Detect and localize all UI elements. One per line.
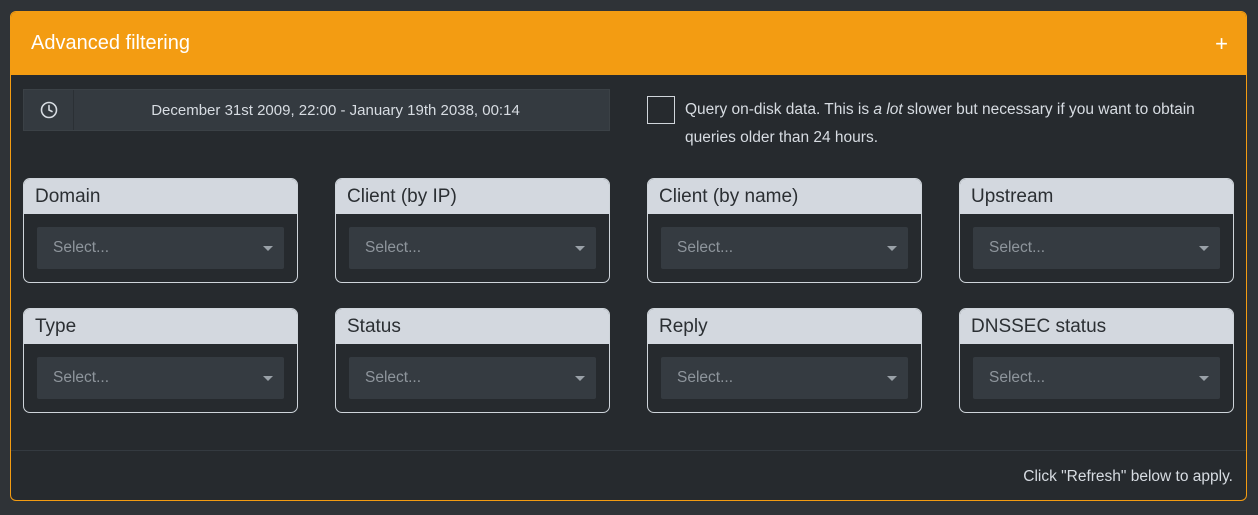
caret-down-icon xyxy=(263,246,273,251)
caret-down-icon xyxy=(1199,246,1209,251)
caret-down-icon xyxy=(1199,376,1209,381)
reply-select[interactable]: Select... xyxy=(661,357,908,399)
select-placeholder: Select... xyxy=(989,239,1045,256)
ondisk-checkbox[interactable] xyxy=(647,96,675,124)
status-select[interactable]: Select... xyxy=(349,357,596,399)
upstream-select[interactable]: Select... xyxy=(973,227,1220,269)
filter-upstream: Upstream Select... xyxy=(959,178,1234,283)
filter-client-ip: Client (by IP) Select... xyxy=(335,178,610,283)
caret-down-icon xyxy=(887,376,897,381)
plus-icon[interactable]: + xyxy=(1215,32,1228,55)
filter-label: Type xyxy=(24,309,297,344)
select-placeholder: Select... xyxy=(989,369,1045,386)
filter-label: Client (by IP) xyxy=(336,179,609,214)
panel-footer: Click "Refresh" below to apply. xyxy=(11,450,1246,500)
client-ip-select[interactable]: Select... xyxy=(349,227,596,269)
select-placeholder: Select... xyxy=(53,239,109,256)
client-name-select[interactable]: Select... xyxy=(661,227,908,269)
filter-dnssec: DNSSEC status Select... xyxy=(959,308,1234,413)
filter-label: Reply xyxy=(648,309,921,344)
caret-down-icon xyxy=(887,246,897,251)
select-placeholder: Select... xyxy=(677,369,733,386)
ondisk-option: Query on-disk data. This is a lot slower… xyxy=(647,96,1237,152)
filter-reply: Reply Select... xyxy=(647,308,922,413)
advanced-filtering-panel: Advanced filtering + December 31st 2009,… xyxy=(10,11,1247,501)
top-row: December 31st 2009, 22:00 - January 19th… xyxy=(23,89,1233,159)
ondisk-text-before: Query on-disk data. This is xyxy=(685,101,874,118)
panel-title: Advanced filtering xyxy=(31,32,190,54)
select-placeholder: Select... xyxy=(677,239,733,256)
caret-down-icon xyxy=(263,376,273,381)
filter-domain: Domain Select... xyxy=(23,178,298,283)
filter-client-name: Client (by name) Select... xyxy=(647,178,922,283)
dnssec-select[interactable]: Select... xyxy=(973,357,1220,399)
ondisk-text-line2: queries older than 24 hours. xyxy=(685,129,879,146)
domain-select[interactable]: Select... xyxy=(37,227,284,269)
filter-label: DNSSEC status xyxy=(960,309,1233,344)
filter-status: Status Select... xyxy=(335,308,610,413)
filter-label: Client (by name) xyxy=(648,179,921,214)
ondisk-label: Query on-disk data. This is a lot slower… xyxy=(685,96,1195,152)
caret-down-icon xyxy=(575,246,585,251)
select-placeholder: Select... xyxy=(53,369,109,386)
filter-label: Status xyxy=(336,309,609,344)
daterange-picker[interactable]: December 31st 2009, 22:00 - January 19th… xyxy=(23,89,610,131)
type-select[interactable]: Select... xyxy=(37,357,284,399)
caret-down-icon xyxy=(575,376,585,381)
filter-label: Domain xyxy=(24,179,297,214)
ondisk-text-after: slower but necessary if you want to obta… xyxy=(902,101,1195,118)
clock-icon xyxy=(24,90,74,130)
filter-type: Type Select... xyxy=(23,308,298,413)
select-placeholder: Select... xyxy=(365,369,421,386)
daterange-value[interactable]: December 31st 2009, 22:00 - January 19th… xyxy=(74,90,609,130)
panel-header[interactable]: Advanced filtering + xyxy=(11,12,1246,75)
ondisk-text-emphasis: a lot xyxy=(873,101,903,118)
select-placeholder: Select... xyxy=(365,239,421,256)
filter-label: Upstream xyxy=(960,179,1233,214)
footer-note: Click "Refresh" below to apply. xyxy=(1023,467,1233,485)
